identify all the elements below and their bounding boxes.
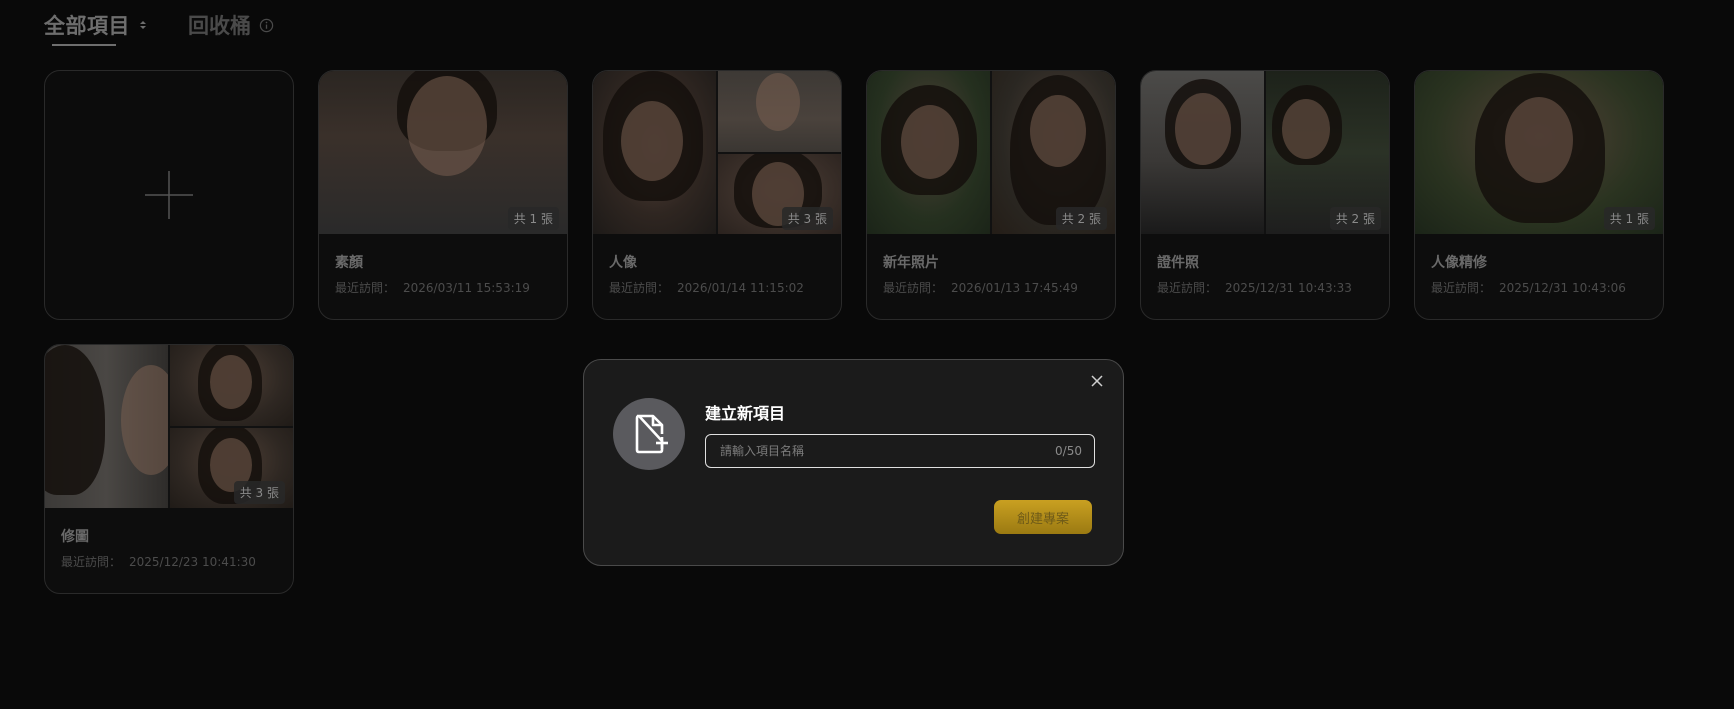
project-title: 修圖 xyxy=(61,529,89,545)
project-card[interactable]: 共 1 張 素顏 最近訪問： 2026/03/11 15:53:19 xyxy=(318,70,568,320)
last-visited-label: 最近訪問： xyxy=(609,281,670,295)
photo-count-badge: 共 2 張 xyxy=(1329,207,1381,230)
project-card[interactable]: 共 1 張 人像精修 最近訪問： 2025/12/31 10:43:06 xyxy=(1414,70,1664,320)
project-last-visited: 最近訪問： 2025/12/23 10:41:30 xyxy=(61,553,256,570)
project-thumbnail: 共 2 張 xyxy=(1141,71,1389,234)
project-last-visited: 最近訪問： 2026/01/13 17:45:49 xyxy=(883,279,1078,296)
photo xyxy=(867,71,990,234)
project-title: 人像 xyxy=(609,255,637,271)
dialog-title: 建立新項目 xyxy=(705,404,786,423)
project-thumbnail: 共 2 張 xyxy=(867,71,1115,234)
char-counter: 0/50 xyxy=(1055,444,1082,458)
photo-count-badge: 共 1 張 xyxy=(1603,207,1655,230)
tab-all-projects-label: 全部項目 xyxy=(44,14,130,38)
photo xyxy=(170,345,293,426)
project-last-visited: 最近訪問： 2025/12/31 10:43:06 xyxy=(1431,279,1626,296)
close-icon[interactable] xyxy=(1089,373,1105,389)
project-thumbnail: 共 3 張 xyxy=(45,345,293,508)
project-last-visited: 最近訪問： 2026/03/11 15:53:19 xyxy=(335,279,530,296)
last-visited-label: 最近訪問： xyxy=(1157,281,1218,295)
photo-count-badge: 共 3 張 xyxy=(233,481,285,504)
last-visited-label: 最近訪問： xyxy=(61,555,122,569)
last-visited-value: 2026/03/11 15:53:19 xyxy=(403,281,530,295)
project-thumbnail: 共 3 張 xyxy=(593,71,841,234)
project-title: 素顏 xyxy=(335,255,363,271)
last-visited-label: 最近訪問： xyxy=(883,281,944,295)
project-title: 新年照片 xyxy=(883,255,939,271)
plus-icon xyxy=(145,171,193,219)
header-tabs: 全部項目 回收桶 xyxy=(44,10,274,50)
photo-count-badge: 共 3 張 xyxy=(781,207,833,230)
last-visited-value: 2025/12/31 10:43:06 xyxy=(1499,281,1626,295)
project-name-field[interactable]: 0/50 xyxy=(705,434,1095,468)
info-icon[interactable] xyxy=(259,18,274,33)
last-visited-value: 2025/12/31 10:43:33 xyxy=(1225,281,1352,295)
project-card[interactable]: 共 2 張 證件照 最近訪問： 2025/12/31 10:43:33 xyxy=(1140,70,1390,320)
photo xyxy=(718,71,841,152)
tab-all-projects[interactable]: 全部項目 xyxy=(44,10,148,46)
tab-recycle-bin-label: 回收桶 xyxy=(188,14,251,38)
project-title: 證件照 xyxy=(1157,255,1199,271)
photo-count-badge: 共 2 張 xyxy=(1055,207,1107,230)
photo xyxy=(593,71,716,234)
dialog-icon-container xyxy=(613,398,685,470)
last-visited-value: 2025/12/23 10:41:30 xyxy=(129,555,256,569)
photo xyxy=(45,345,168,508)
last-visited-label: 最近訪問： xyxy=(1431,281,1492,295)
project-card[interactable]: 共 3 張 人像 最近訪問： 2026/01/14 11:15:02 xyxy=(592,70,842,320)
project-name-input[interactable] xyxy=(718,443,1056,459)
active-tab-underline xyxy=(52,44,116,46)
tab-recycle-bin[interactable]: 回收桶 xyxy=(188,10,274,40)
new-file-icon xyxy=(635,414,668,454)
new-project-card[interactable] xyxy=(44,70,294,320)
project-last-visited: 最近訪問： 2025/12/31 10:43:33 xyxy=(1157,279,1352,296)
photo xyxy=(1141,71,1264,234)
last-visited-label: 最近訪問： xyxy=(335,281,396,295)
sort-icon[interactable] xyxy=(138,18,148,32)
photo-count-badge: 共 1 張 xyxy=(507,207,559,230)
project-thumbnail: 共 1 張 xyxy=(1415,71,1663,234)
create-project-dialog: 建立新項目 0/50 創建專案 xyxy=(583,359,1124,566)
project-last-visited: 最近訪問： 2026/01/14 11:15:02 xyxy=(609,279,804,296)
project-card[interactable]: 共 2 張 新年照片 最近訪問： 2026/01/13 17:45:49 xyxy=(866,70,1116,320)
create-project-button[interactable]: 創建專案 xyxy=(994,500,1092,534)
last-visited-value: 2026/01/14 11:15:02 xyxy=(677,281,804,295)
last-visited-value: 2026/01/13 17:45:49 xyxy=(951,281,1078,295)
project-title: 人像精修 xyxy=(1431,255,1487,271)
project-thumbnail: 共 1 張 xyxy=(319,71,567,234)
project-card[interactable]: 共 3 張 修圖 最近訪問： 2025/12/23 10:41:30 xyxy=(44,344,294,594)
